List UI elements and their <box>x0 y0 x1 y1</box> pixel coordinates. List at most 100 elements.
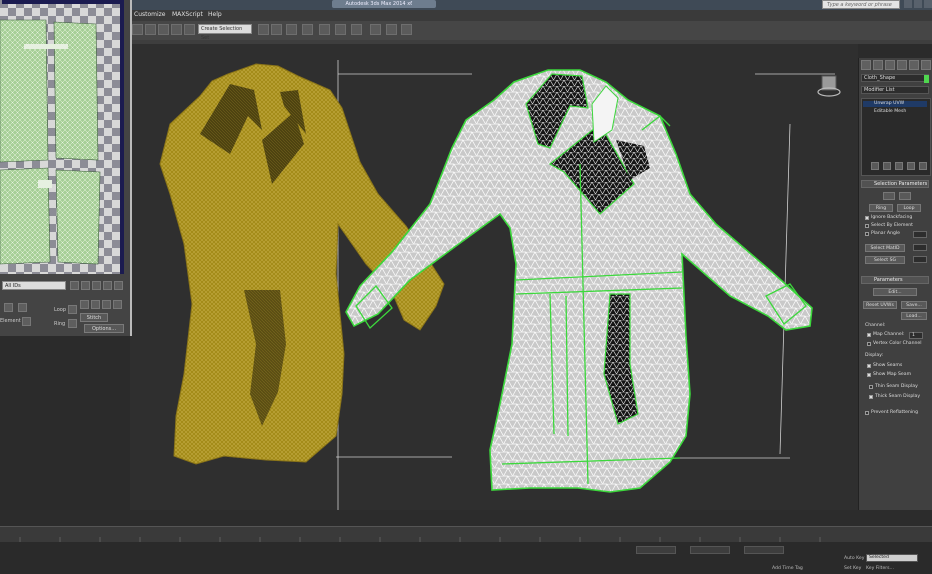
vertex-mode-icon[interactable] <box>4 303 13 312</box>
edit-named-selection-icon[interactable] <box>184 24 195 35</box>
add-time-tag-button[interactable]: Add Time Tag <box>772 566 803 571</box>
select-link-icon[interactable] <box>132 24 143 35</box>
shrink-selection-button[interactable] <box>899 192 911 200</box>
close-icon[interactable] <box>924 0 932 8</box>
ring-button[interactable]: Ring <box>869 204 893 212</box>
rollout-parameters[interactable]: Parameters <box>861 276 929 284</box>
thin-seam-radio[interactable] <box>869 385 873 389</box>
render-icon[interactable] <box>401 24 412 35</box>
menu-customize[interactable]: Customize <box>134 11 166 18</box>
map-channel-label: Map Channel: <box>873 332 905 337</box>
coord-x-field[interactable] <box>636 546 676 554</box>
load-uv-button[interactable]: Load... <box>901 312 927 320</box>
hierarchy-tab-icon[interactable] <box>885 60 895 70</box>
stack-item-unwrap[interactable]: Unwrap UVW <box>874 101 904 106</box>
timeline-track[interactable] <box>0 526 932 543</box>
sg-spinner[interactable] <box>913 256 927 263</box>
edit-uv-button[interactable]: Edit... <box>873 288 917 296</box>
options-button[interactable]: Options... <box>84 324 124 333</box>
map-channel-spinner[interactable]: 1 <box>909 332 923 339</box>
title-info-button[interactable] <box>412 0 436 8</box>
rollout-selection-parameters[interactable]: Selection Parameters <box>861 180 929 188</box>
object-name-field[interactable]: Cloth_Shape <box>861 74 929 83</box>
select-matid-button[interactable]: Select MatID <box>865 244 905 252</box>
loop-button[interactable]: Loop <box>897 204 921 212</box>
configure-sets-icon[interactable] <box>919 162 927 170</box>
search-input[interactable]: Type a keyword or phrase <box>822 0 900 9</box>
material-editor-icon[interactable] <box>351 24 362 35</box>
modifier-list-dropdown[interactable]: Modifier List <box>861 86 929 94</box>
zoom-region-icon[interactable] <box>92 281 101 290</box>
curve-editor-icon[interactable] <box>319 24 330 35</box>
zoom-icon[interactable] <box>81 281 90 290</box>
help-icon[interactable] <box>914 0 922 8</box>
main-toolbar: Create Selection Set <box>128 21 932 41</box>
rotate-ccw-icon[interactable] <box>80 300 89 309</box>
key-mode-dropdown[interactable]: Selected <box>866 554 918 562</box>
motion-tab-icon[interactable] <box>897 60 907 70</box>
ring-spinner-icon[interactable] <box>68 319 77 328</box>
show-map-seam-checkbox[interactable] <box>867 373 871 377</box>
reset-uvws-button[interactable]: Reset UVWs <box>863 301 897 309</box>
grid-snap-icon[interactable] <box>114 281 123 290</box>
select-by-element-checkbox[interactable] <box>865 224 869 228</box>
select-object-icon[interactable] <box>171 24 182 35</box>
loop-label: Loop <box>54 307 66 313</box>
rotate-cw-icon[interactable] <box>91 300 100 309</box>
prevent-reflattening-checkbox[interactable] <box>865 411 869 415</box>
grow-selection-button[interactable] <box>883 192 895 200</box>
thick-seam-radio[interactable] <box>869 395 873 399</box>
mirror-h-icon[interactable] <box>102 300 111 309</box>
paint-select-icon[interactable] <box>22 317 31 326</box>
thin-seam-label: Thin Seam Display <box>875 384 918 389</box>
rendered-frame-icon[interactable] <box>386 24 397 35</box>
pan-hand-icon[interactable] <box>70 281 79 290</box>
vertex-color-radio[interactable] <box>867 342 871 346</box>
render-setup-icon[interactable] <box>370 24 381 35</box>
schematic-view-icon[interactable] <box>335 24 346 35</box>
key-filters-button[interactable]: Key Filters... <box>866 566 894 571</box>
modify-tab-icon[interactable] <box>873 60 883 70</box>
edge-mode-icon[interactable] <box>18 303 27 312</box>
map-channel-radio[interactable] <box>867 333 871 337</box>
display-tab-icon[interactable] <box>909 60 919 70</box>
prevent-reflattening-label: Prevent Reflattening <box>871 410 918 415</box>
uv-edit-canvas[interactable] <box>0 0 124 274</box>
planar-angle-checkbox[interactable] <box>865 232 869 236</box>
title-bar: Autodesk 3ds Max 2014 x64 Type a keyword… <box>0 0 932 10</box>
material-id-filter-dropdown[interactable]: All IDs <box>2 281 66 290</box>
matid-spinner[interactable] <box>913 244 927 251</box>
select-sg-button[interactable]: Select SG <box>865 256 905 264</box>
perspective-viewport[interactable] <box>130 44 858 510</box>
remove-modifier-icon[interactable] <box>907 162 915 170</box>
menu-maxscript[interactable]: MAXScript <box>172 11 203 18</box>
layer-manager-icon[interactable] <box>286 24 297 35</box>
show-end-result-icon[interactable] <box>883 162 891 170</box>
unlink-icon[interactable] <box>145 24 156 35</box>
pin-stack-icon[interactable] <box>871 162 879 170</box>
save-uv-button[interactable]: Save... <box>901 301 927 309</box>
ignore-backfacing-checkbox[interactable] <box>865 216 869 220</box>
search-icon[interactable] <box>904 0 912 8</box>
stack-item-editable-mesh[interactable]: Editable Mesh <box>874 109 906 114</box>
menu-help[interactable]: Help <box>208 11 222 18</box>
zoom-extents-icon[interactable] <box>103 281 112 290</box>
make-unique-icon[interactable] <box>895 162 903 170</box>
mirror-v-icon[interactable] <box>113 300 122 309</box>
create-tab-icon[interactable] <box>861 60 871 70</box>
coord-y-field[interactable] <box>690 546 730 554</box>
bind-space-warp-icon[interactable] <box>158 24 169 35</box>
named-selection-set-dropdown[interactable]: Create Selection Set <box>198 24 252 41</box>
stitch-button[interactable]: Stitch <box>80 313 108 322</box>
coord-z-field[interactable] <box>744 546 784 554</box>
viewcube-icon <box>817 75 841 97</box>
mirror-icon[interactable] <box>258 24 269 35</box>
graphite-toggle-icon[interactable] <box>302 24 313 35</box>
ring-label: Ring <box>54 321 66 327</box>
show-seams-checkbox[interactable] <box>867 364 871 368</box>
utilities-tab-icon[interactable] <box>921 60 931 70</box>
align-icon[interactable] <box>271 24 282 35</box>
planar-angle-spinner[interactable] <box>913 231 927 238</box>
thick-seam-label: Thick Seam Display <box>875 394 921 399</box>
loop-spinner-icon[interactable] <box>68 305 77 314</box>
